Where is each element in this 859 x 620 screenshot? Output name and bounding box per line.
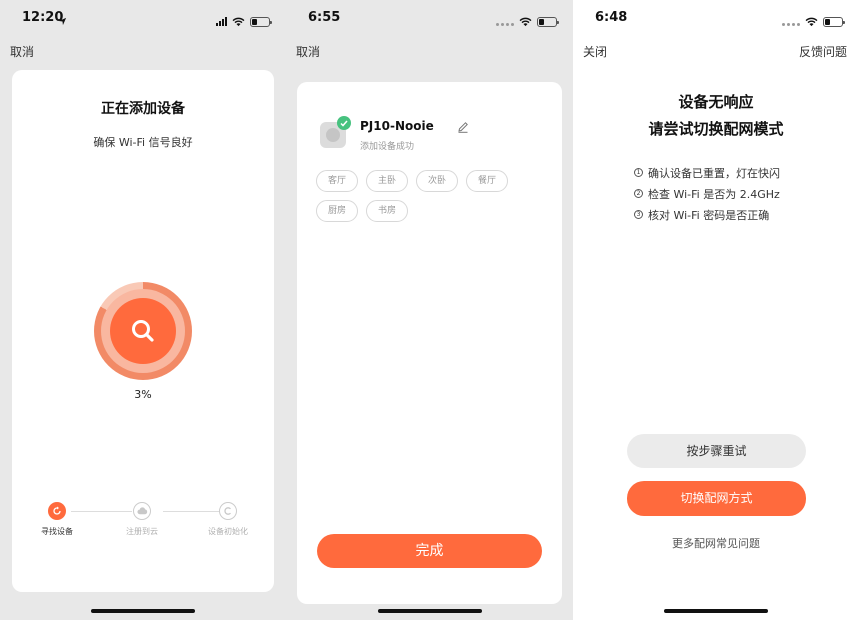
tip-text: 核对 Wi-Fi 密码是否正确 — [648, 208, 770, 222]
screen-device-no-response: 6:48 关闭 反馈问题 设备无响应 请尝试切换配网模式 1 确认设备已重置，灯… — [573, 0, 859, 620]
refresh-icon — [48, 502, 66, 520]
feedback-button[interactable]: 反馈问题 — [799, 43, 847, 60]
status-bar: 6:55 — [286, 0, 573, 34]
retry-steps-button[interactable]: 按步骤重试 — [627, 434, 806, 468]
tip-text: 确认设备已重置，灯在快闪 — [648, 166, 780, 180]
cloud-icon — [133, 502, 151, 520]
device-name: PJ10-Nooie — [360, 119, 434, 133]
device-status: 添加设备成功 — [360, 142, 415, 152]
screen-device-added: 6:55 取消 PJ10-Nooie 添加设备成功 客厅 主卧 次卧 餐厅 厨房… — [286, 0, 573, 620]
step-label: 注册到云 — [126, 527, 158, 536]
cancel-button[interactable]: 取消 — [296, 43, 320, 60]
status-bar: 6:48 — [573, 0, 859, 34]
home-indicator[interactable] — [664, 609, 768, 613]
wifi-icon — [519, 12, 532, 31]
page-title: 设备无响应 — [678, 93, 754, 111]
tip-item: 1 确认设备已重置，灯在快闪 — [634, 162, 780, 183]
page-title: 正在添加设备 — [101, 101, 185, 117]
number-1-icon: 1 — [634, 168, 643, 177]
status-time: 6:48 — [595, 10, 628, 25]
status-time: 6:55 — [308, 10, 341, 25]
room-tags: 客厅 主卧 次卧 餐厅 厨房 书房 — [316, 170, 546, 222]
home-indicator[interactable] — [91, 609, 195, 613]
progress-percent: 3% — [134, 388, 152, 401]
step-register-cloud: 注册到云 — [107, 502, 177, 537]
troubleshoot-tips: 1 确认设备已重置，灯在快闪 2 检查 Wi-Fi 是否为 2.4GHz 3 核… — [634, 162, 780, 225]
home-indicator[interactable] — [377, 609, 482, 613]
device-card: PJ10-Nooie 添加设备成功 客厅 主卧 次卧 餐厅 厨房 书房 完成 — [297, 82, 562, 604]
room-tag[interactable]: 主卧 — [366, 170, 409, 192]
battery-icon — [537, 16, 559, 27]
init-icon — [219, 502, 237, 520]
adding-card: 正在添加设备 确保 Wi-Fi 信号良好 3% 寻找设备 注册到云 设备初始化 — [12, 70, 274, 592]
close-button[interactable]: 关闭 — [583, 43, 607, 60]
step-label: 寻找设备 — [41, 527, 73, 536]
edit-name-icon[interactable] — [457, 118, 469, 137]
cellular-signal-icon — [782, 17, 800, 26]
faq-link[interactable]: 更多配网常见问题 — [573, 535, 859, 551]
tip-item: 2 检查 Wi-Fi 是否为 2.4GHz — [634, 183, 780, 204]
wifi-icon — [232, 12, 245, 31]
cellular-signal-icon — [216, 17, 227, 26]
checkmark-icon — [337, 116, 351, 130]
room-tag[interactable]: 次卧 — [416, 170, 459, 192]
step-label: 设备初始化 — [208, 527, 248, 536]
search-icon — [110, 298, 176, 364]
page-subtitle: 确保 Wi-Fi 信号良好 — [93, 136, 193, 149]
page-subtitle: 请尝试切换配网模式 — [648, 120, 784, 138]
room-tag[interactable]: 书房 — [366, 200, 409, 222]
cancel-button[interactable]: 取消 — [10, 43, 34, 60]
battery-icon — [823, 16, 845, 27]
step-indicator: 寻找设备 注册到云 设备初始化 — [26, 502, 260, 552]
room-tag[interactable]: 餐厅 — [466, 170, 509, 192]
done-button[interactable]: 完成 — [317, 534, 542, 568]
switch-mode-button[interactable]: 切换配网方式 — [627, 481, 806, 516]
number-3-icon: 3 — [634, 210, 643, 219]
number-2-icon: 2 — [634, 189, 643, 198]
tip-item: 3 核对 Wi-Fi 密码是否正确 — [634, 204, 780, 225]
screen-adding-device: 12:20 取消 正在添加设备 确保 Wi-Fi 信号良好 3% 寻找设备 注册… — [0, 0, 286, 620]
status-bar: 12:20 — [0, 0, 286, 34]
battery-icon — [250, 16, 272, 27]
room-tag[interactable]: 厨房 — [316, 200, 359, 222]
step-find-device: 寻找设备 — [22, 502, 92, 537]
room-tag[interactable]: 客厅 — [316, 170, 359, 192]
cellular-signal-icon — [496, 17, 514, 26]
wifi-icon — [805, 12, 818, 31]
location-arrow-icon — [58, 11, 67, 30]
tip-text: 检查 Wi-Fi 是否为 2.4GHz — [648, 187, 780, 201]
step-init-device: 设备初始化 — [193, 502, 263, 537]
search-progress-ring — [94, 282, 192, 380]
